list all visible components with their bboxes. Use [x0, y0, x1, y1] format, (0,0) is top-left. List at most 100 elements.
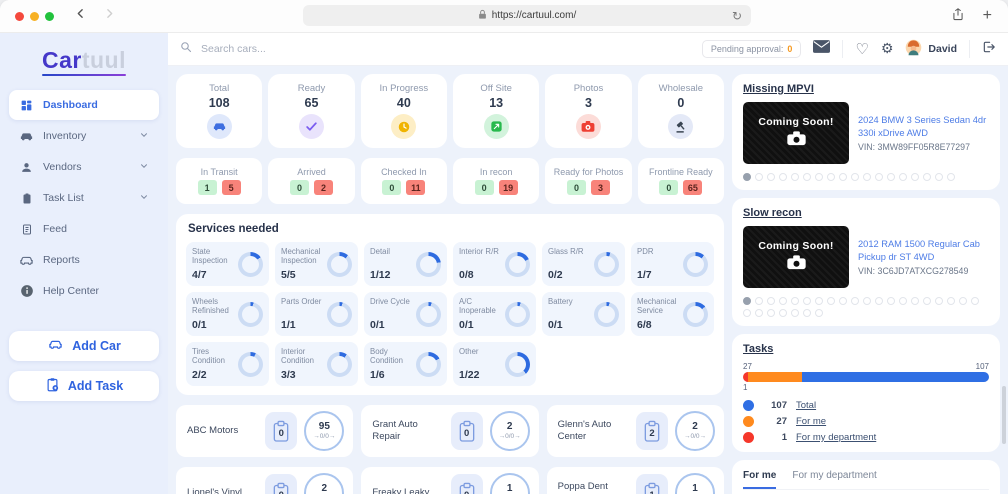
service-tile-interior-rr[interactable]: Interior R/R 0/8	[453, 242, 536, 286]
carousel-dot[interactable]	[887, 297, 895, 305]
carousel-dot[interactable]	[815, 309, 823, 317]
service-tile-tires-condition[interactable]: Tires Condition 2/2	[186, 342, 269, 386]
pending-approval-badge[interactable]: Pending approval: 0	[701, 40, 802, 58]
carousel-dot[interactable]	[755, 309, 763, 317]
sidebar-item-feed[interactable]: Feed	[9, 214, 159, 244]
search-input[interactable]	[199, 42, 523, 56]
service-tile-glass-rr[interactable]: Glass R/R 0/2	[542, 242, 625, 286]
carousel-dot[interactable]	[803, 309, 811, 317]
carousel-dot[interactable]	[791, 297, 799, 305]
carousel-dot[interactable]	[899, 297, 907, 305]
service-tile-ac-inoperable[interactable]: A/C Inoperable 0/1	[453, 292, 536, 336]
service-tile-interior-condition[interactable]: Interior Condition 3/3	[275, 342, 358, 386]
sidebar-item-reports[interactable]: Reports	[9, 245, 159, 275]
slow-recon-title[interactable]: Slow recon	[743, 207, 989, 219]
carousel-dot[interactable]	[923, 173, 931, 181]
mail-icon[interactable]	[813, 40, 831, 58]
status-card-checked-in[interactable]: Checked In 0 11	[360, 158, 447, 204]
add-car-button[interactable]: Add Car	[9, 331, 159, 361]
carousel-dot[interactable]	[899, 173, 907, 181]
carousel-dot[interactable]	[755, 173, 763, 181]
close-window-button[interactable]	[15, 11, 24, 21]
vendor-card-abc-motors[interactable]: ABC Motors 0 95 →0/0→	[176, 405, 354, 457]
carousel-dot[interactable]	[839, 173, 847, 181]
service-tile-drive-cycle[interactable]: Drive Cycle 0/1	[364, 292, 447, 336]
stat-card-wholesale[interactable]: Wholesale 0	[637, 74, 724, 148]
carousel-dot[interactable]	[803, 173, 811, 181]
carousel-dot[interactable]	[767, 173, 775, 181]
add-task-button[interactable]: Add Task	[9, 371, 159, 401]
vendor-card-grant-auto-repair[interactable]: Grant Auto Repair 0 2 →0/0→	[361, 405, 539, 457]
vehicle-link[interactable]: 2012 RAM 1500 Regular Cab Pickup dr ST 4…	[858, 238, 989, 263]
share-icon[interactable]	[951, 7, 965, 26]
carousel-dot[interactable]	[803, 297, 811, 305]
service-tile-mechanical-inspection[interactable]: Mechanical Inspection 5/5	[275, 242, 358, 286]
status-card-arrived[interactable]: Arrived 02	[268, 158, 355, 204]
maximize-window-button[interactable]	[45, 11, 54, 21]
forward-button[interactable]	[103, 7, 116, 25]
sidebar-item-dashboard[interactable]: Dashboard	[9, 90, 159, 120]
vendor-card-freaky-leaky[interactable]: Freaky Leaky 0 1→0/0→	[361, 467, 539, 494]
service-tile-battery[interactable]: Battery 0/1	[542, 292, 625, 336]
new-tab-button[interactable]: +	[983, 8, 992, 24]
carousel-dot[interactable]	[947, 297, 955, 305]
stat-card-in-progress[interactable]: In Progress 40	[360, 74, 447, 148]
service-tile-other[interactable]: Other 1/22	[453, 342, 536, 386]
status-card-ready-for-photos[interactable]: Ready for Photos 03	[545, 158, 632, 204]
service-tile-state-inspection[interactable]: State Inspection 4/7	[186, 242, 269, 286]
carousel-dots[interactable]	[743, 173, 989, 181]
sidebar-item-vendors[interactable]: Vendors	[9, 152, 159, 182]
carousel-dot[interactable]	[827, 297, 835, 305]
carousel-dot[interactable]	[791, 173, 799, 181]
status-card-frontline-ready[interactable]: Frontline Ready 0 65	[637, 158, 724, 204]
missing-mpvi-title[interactable]: Missing MPVI	[743, 83, 989, 95]
carousel-dot[interactable]	[839, 297, 847, 305]
carousel-dots[interactable]	[743, 297, 989, 317]
service-tile-mechanical-service[interactable]: Mechanical Service 6/8	[631, 292, 714, 336]
carousel-dot[interactable]	[863, 297, 871, 305]
cartuul-logo[interactable]: Cartuul	[41, 47, 126, 76]
stat-card-photos[interactable]: Photos 3	[545, 74, 632, 148]
tab-for-my-department[interactable]: For my department	[792, 470, 876, 489]
page-scrollbar[interactable]	[1002, 386, 1006, 444]
heart-icon[interactable]: ♡	[855, 41, 868, 57]
tasks-title[interactable]: Tasks	[743, 343, 989, 355]
carousel-dot[interactable]	[755, 297, 763, 305]
service-tile-wheels-refinished[interactable]: Wheels Refinished 0/1	[186, 292, 269, 336]
carousel-dot[interactable]	[767, 309, 775, 317]
carousel-dot[interactable]	[743, 173, 751, 181]
sidebar-item-task-list[interactable]: Task List	[9, 183, 159, 213]
vendor-card-lionels-vinyl[interactable]: Lionel's Vinyl 0 2→0/0→	[176, 467, 354, 494]
vendor-card-glenns-auto-center[interactable]: Glenn's Auto Center 2 2 →0/0→	[546, 405, 724, 457]
carousel-dot[interactable]	[815, 297, 823, 305]
carousel-dot[interactable]	[791, 309, 799, 317]
carousel-dot[interactable]	[911, 173, 919, 181]
carousel-dot[interactable]	[743, 297, 751, 305]
carousel-dot[interactable]	[815, 173, 823, 181]
legend-link-for-me[interactable]: For me	[796, 416, 826, 427]
carousel-dot[interactable]	[875, 297, 883, 305]
back-button[interactable]	[74, 7, 87, 25]
service-tile-pdr[interactable]: PDR 1/7	[631, 242, 714, 286]
carousel-dot[interactable]	[851, 173, 859, 181]
vendor-card-poppa-dent-repair[interactable]: Poppa Dent Repair 1 1→0/0→	[546, 467, 724, 494]
status-card-in-transit[interactable]: In Transit 15	[176, 158, 263, 204]
carousel-dot[interactable]	[971, 297, 979, 305]
carousel-dot[interactable]	[827, 173, 835, 181]
carousel-dot[interactable]	[935, 173, 943, 181]
carousel-dot[interactable]	[887, 173, 895, 181]
status-card-in-recon[interactable]: In recon 0 19	[453, 158, 540, 204]
user-menu[interactable]: David	[905, 39, 957, 59]
service-tile-detail[interactable]: Detail 1/12	[364, 242, 447, 286]
legend-link-for-my-department[interactable]: For my department	[796, 432, 876, 443]
carousel-dot[interactable]	[875, 173, 883, 181]
carousel-dot[interactable]	[911, 297, 919, 305]
carousel-dot[interactable]	[947, 173, 955, 181]
carousel-dot[interactable]	[767, 297, 775, 305]
carousel-dot[interactable]	[779, 297, 787, 305]
carousel-dot[interactable]	[863, 173, 871, 181]
carousel-dot[interactable]	[743, 309, 751, 317]
vehicle-link[interactable]: 2024 BMW 3 Series Sedan 4dr 330i xDrive …	[858, 114, 989, 139]
stat-card-off-site[interactable]: Off Site 13	[453, 74, 540, 148]
carousel-dot[interactable]	[923, 297, 931, 305]
